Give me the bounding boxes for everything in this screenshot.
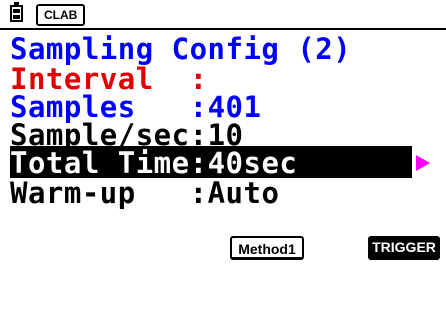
- page-title-text: Sampling Config (2): [10, 32, 352, 66]
- setting-label-total-time: Total Time: [10, 146, 190, 180]
- setting-row-warm-up[interactable]: Warm-up :Auto: [0, 176, 446, 210]
- setting-row-total-time[interactable]: Total Time:40sec: [0, 146, 446, 180]
- status-bar: CLAB: [0, 0, 446, 28]
- right-arrow-icon[interactable]: [416, 155, 430, 171]
- page-title: Sampling Config (2): [0, 32, 446, 66]
- calculator-screen: CLAB Sampling Config (2) Interval : Samp…: [0, 0, 446, 265]
- status-divider: [0, 28, 446, 30]
- trigger-function-key[interactable]: TRIGGER: [368, 236, 440, 260]
- setting-value-total-time: 40sec: [207, 146, 298, 180]
- battery-icon: [10, 2, 23, 22]
- setting-separator: :: [189, 176, 208, 210]
- app-label: CLAB: [36, 4, 86, 26]
- setting-label-warm-up: Warm-up: [10, 176, 190, 210]
- setting-value-warm-up: Auto: [207, 176, 280, 210]
- setting-separator: :: [189, 146, 208, 180]
- method-function-key[interactable]: Method1: [230, 236, 304, 260]
